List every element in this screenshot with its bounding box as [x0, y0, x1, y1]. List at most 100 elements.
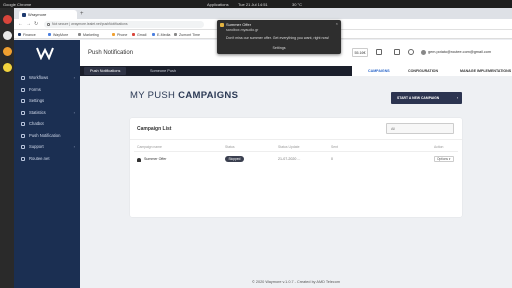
favicon-icon	[22, 13, 26, 17]
os-dock	[0, 8, 14, 288]
header-divider	[134, 151, 458, 152]
campaign-navigation: CAMPAIGNS CONFIGURATION MANAGE IMPLEMENT…	[352, 66, 512, 76]
menu-item-icon	[21, 76, 25, 80]
bookmark-item[interactable]: Gmail	[132, 32, 146, 38]
page-title: Push Notification	[88, 50, 134, 56]
chevron-right-icon: ›	[456, 96, 458, 100]
chevron-right-icon: ›	[73, 75, 75, 80]
chrome-alt-dock-icon[interactable]	[3, 31, 12, 40]
back-icon[interactable]: ←	[18, 20, 23, 29]
start-new-campaign-button[interactable]: START A NEW CAMPAIGN ›	[391, 92, 462, 104]
card-title: Campaign List	[137, 126, 172, 132]
chevron-down-icon: ▾	[448, 157, 451, 161]
campaign-name[interactable]: Summer Offer	[144, 157, 167, 162]
chevron-right-icon: ›	[73, 109, 75, 115]
sidebar-item-label: Settings	[29, 98, 45, 103]
desktop-notification[interactable]: Summer Offer sandbox.myaudio.gr × Don't …	[217, 20, 341, 54]
nav-configuration[interactable]: CONFIGURATION	[408, 66, 438, 76]
os-applications-menu[interactable]: Applications	[207, 2, 229, 7]
user-email[interactable]: gem.potato@routee.com@gmail.com	[428, 49, 491, 56]
campaigns-heading: MY PUSH CAMPAIGNS	[130, 90, 238, 101]
chrome-dock-icon[interactable]	[3, 15, 12, 24]
menu-item-icon	[21, 145, 25, 149]
bookmark-item[interactable]: WayMore	[48, 32, 68, 38]
browser-window: Wraymore + ← → ↻ Not secure | wraymore.l…	[14, 8, 512, 288]
new-tab-icon[interactable]: +	[80, 10, 84, 19]
heading-bold-text: CAMPAIGNS	[178, 90, 239, 101]
notes-dock-icon[interactable]	[3, 63, 12, 72]
menu-item-icon	[21, 110, 25, 115]
options-dropdown[interactable]: Options ▾	[434, 156, 454, 162]
notification-settings-button[interactable]: Settings	[217, 46, 341, 50]
os-temperature: 30 °C	[292, 1, 303, 7]
bookmark-item[interactable]: E-Media	[152, 32, 170, 38]
nav-manage-implementations[interactable]: MANAGE IMPLEMENTATIONS	[460, 66, 511, 76]
status-update: 21-07-2020 ...	[278, 157, 301, 161]
menu-item-icon	[21, 122, 25, 126]
os-clock[interactable]: Tue 21 Jul 14:51	[238, 2, 268, 7]
fullscreen-icon[interactable]	[376, 49, 382, 55]
forward-icon[interactable]: →	[26, 20, 31, 29]
sidebar-item-statistics[interactable]: Statistics ›	[14, 107, 80, 119]
settings-gear-icon[interactable]	[408, 49, 414, 55]
browser-tab[interactable]: Wraymore	[19, 10, 77, 19]
new-campaign-label: START A NEW CAMPAIGN	[397, 96, 440, 100]
address-bar[interactable]: Not secure | wraymore.lealet.net/pushNot…	[44, 21, 204, 28]
sidebar-item-push-notification[interactable]: Push Notification	[14, 130, 80, 142]
column-header: Campaign name	[137, 145, 162, 149]
campaign-list-card: Campaign List All Campaign name Status S…	[130, 118, 462, 217]
apps-grid-icon[interactable]	[394, 49, 400, 55]
not-secure-icon	[47, 23, 50, 26]
bell-icon	[137, 157, 141, 162]
balance-badge[interactable]: 55.16€	[352, 48, 368, 57]
heading-light-text: MY PUSH	[130, 90, 176, 101]
sidebar-item-label: Statistics	[29, 109, 46, 115]
sidebar-item-settings[interactable]: Settings	[14, 95, 80, 107]
card-divider	[130, 139, 462, 140]
sidebar-item-label: Forms	[29, 86, 41, 92]
sidebar-item-forms[interactable]: Forms	[14, 84, 80, 96]
tab-push-notifications[interactable]: Push Notifications	[84, 67, 127, 75]
bookmark-item[interactable]: Marketing	[78, 32, 99, 38]
menu-item-icon	[21, 156, 25, 161]
tab-strip: Wraymore +	[14, 8, 512, 19]
sidebar-item-workflows[interactable]: Workflows ›	[14, 72, 80, 84]
app-dock-icon[interactable]	[3, 47, 12, 56]
address-text: Not secure | wraymore.lealet.net/pushNot…	[52, 22, 128, 26]
sidebar-item-label: Support	[29, 144, 44, 149]
notification-app-icon	[220, 23, 224, 27]
sidebar-item-chatbot[interactable]: Chatbot	[14, 118, 80, 130]
bookmark-item[interactable]: Phone	[112, 32, 127, 38]
sidebar-item-label: Routee.net	[29, 155, 50, 161]
column-header: Status	[225, 145, 235, 149]
notification-title: Summer Offer	[226, 22, 252, 27]
bookmark-item[interactable]: Finance	[18, 32, 36, 38]
bookmark-item[interactable]: Zumont Time	[174, 32, 200, 38]
status-filter-select[interactable]: All	[386, 123, 454, 134]
column-header: Status Update	[278, 145, 300, 149]
menu-item-icon	[21, 133, 25, 138]
tab-someone-push[interactable]: Someone Push	[150, 66, 176, 76]
app-sidebar: Workflows › Forms Settings Statistics › Chatbo…	[14, 40, 80, 288]
waymore-logo[interactable]	[36, 46, 54, 60]
reload-icon[interactable]: ↻	[34, 20, 38, 29]
page-footer: © 2020 Waymore v.1.0.7 - Created by AMD …	[252, 280, 340, 284]
column-header: Action	[434, 145, 444, 149]
user-avatar[interactable]	[421, 50, 426, 55]
nav-campaigns[interactable]: CAMPAIGNS	[368, 66, 390, 76]
sidebar-item-routee-net[interactable]: Routee.net	[14, 153, 80, 165]
sidebar-item-label: Push Notification	[29, 132, 61, 138]
status-badge: Stopped	[225, 156, 244, 162]
close-icon[interactable]: ×	[336, 21, 338, 26]
options-label: Options	[437, 157, 448, 161]
menu-item-icon	[21, 99, 25, 103]
os-top-bar: Google Chrome Applications Tue 21 Jul 14…	[0, 0, 512, 8]
notification-site: sandbox.myaudio.gr	[226, 28, 259, 32]
sidebar-item-support[interactable]: Support ›	[14, 141, 80, 153]
menu-item-icon	[21, 87, 25, 92]
sidebar-menu: Workflows › Forms Settings Statistics › Chatbo…	[14, 72, 80, 164]
sidebar-item-label: Chatbot	[29, 121, 44, 126]
os-app-name[interactable]: Google Chrome	[3, 2, 31, 7]
tab-title: Wraymore	[28, 12, 47, 17]
chevron-right-icon: ›	[73, 144, 75, 149]
